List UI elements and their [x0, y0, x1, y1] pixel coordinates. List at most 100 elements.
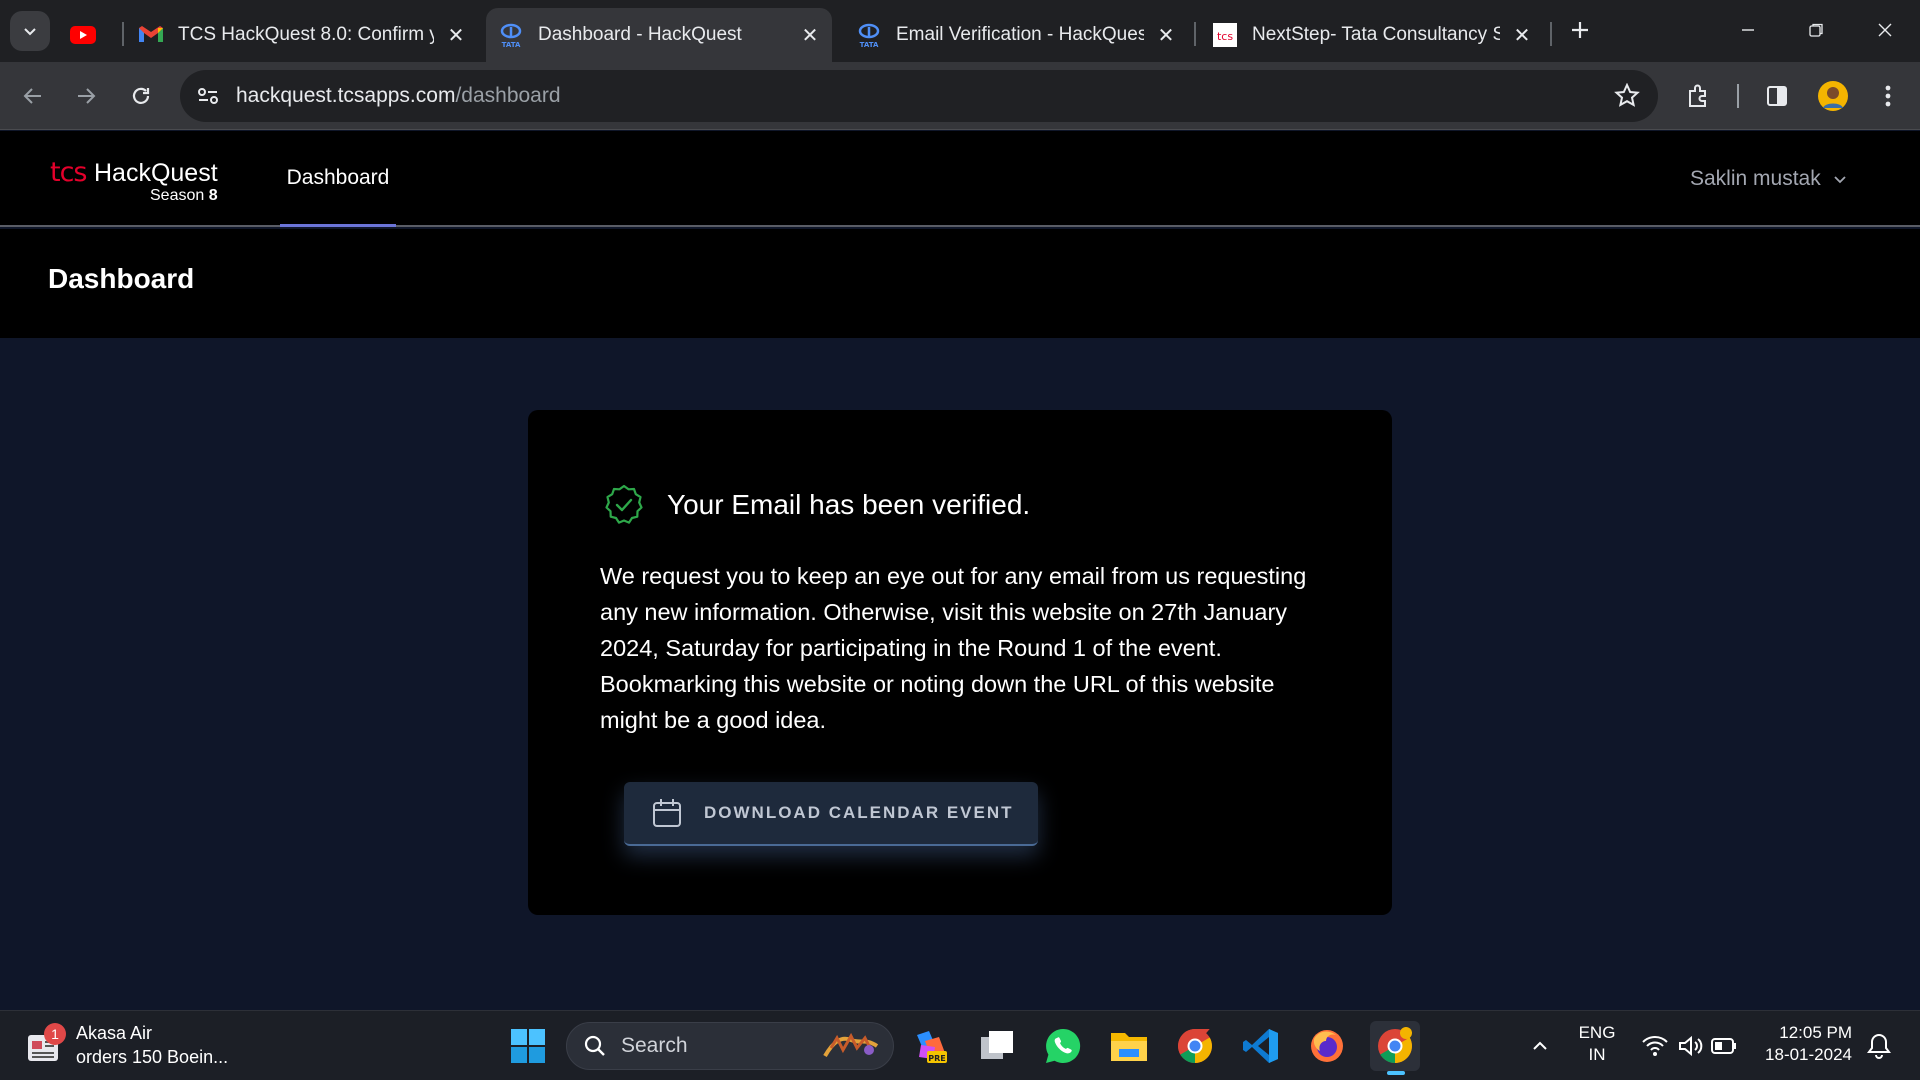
- close-tab-icon[interactable]: ✕: [1154, 23, 1178, 47]
- chevron-down-icon: [1834, 176, 1846, 184]
- side-panel-icon: [1767, 86, 1787, 106]
- windows-logo-icon: [511, 1029, 545, 1063]
- taskbar-firefox[interactable]: [1304, 1023, 1350, 1069]
- wifi-icon: [1642, 1036, 1668, 1056]
- user-menu[interactable]: Saklin mustak: [1690, 167, 1847, 191]
- quick-settings-button[interactable]: [1629, 1023, 1749, 1069]
- gmail-icon: [138, 22, 164, 48]
- nav-dashboard-link[interactable]: Dashboard: [280, 131, 396, 227]
- arrow-left-icon: [23, 88, 41, 104]
- verified-check-icon: [605, 484, 643, 524]
- download-calendar-event-label: DOWNLOAD CALENDAR EVENT: [704, 803, 1014, 822]
- windows-taskbar: 1 Akasa Air orders 150 Boein... Search P…: [0, 1010, 1920, 1080]
- avatar-icon: [1818, 81, 1848, 111]
- browser-tab-strip: TCS HackQuest 8.0: Confirm yo ✕ TATA Das…: [0, 0, 1920, 62]
- battery-icon: [1711, 1038, 1736, 1054]
- taskbar-chrome[interactable]: [1172, 1023, 1218, 1069]
- close-icon: [1878, 23, 1892, 37]
- reload-button[interactable]: [121, 76, 161, 116]
- close-tab-icon[interactable]: ✕: [1510, 23, 1534, 47]
- clock-date: 18-01-2024: [1765, 1045, 1852, 1064]
- tab-search-button[interactable]: [10, 11, 50, 51]
- browser-toolbar: hackquest.tcsapps.com/dashboard: [0, 62, 1920, 130]
- back-button[interactable]: [13, 76, 53, 116]
- chrome-profile-icon: [1378, 1027, 1412, 1063]
- chrome-menu-button[interactable]: [1868, 76, 1908, 116]
- news-text: Akasa Air orders 150 Boein...: [76, 1021, 228, 1069]
- close-tab-icon[interactable]: ✕: [798, 23, 822, 47]
- tab-email-verification[interactable]: TATA Email Verification - HackQuest ✕: [856, 8, 1178, 62]
- search-highlight-icon: [823, 1032, 879, 1058]
- plus-icon: [1572, 22, 1588, 38]
- tab-separator: [122, 22, 124, 46]
- news-icon: 1: [24, 1023, 66, 1065]
- url-text: hackquest.tcsapps.com/dashboard: [236, 84, 561, 108]
- start-button[interactable]: [505, 1023, 551, 1069]
- tcs-icon: tcs: [1212, 22, 1238, 48]
- site-info-icon[interactable]: [196, 84, 220, 113]
- news-badge: 1: [44, 1023, 66, 1045]
- page-title: Dashboard: [48, 263, 195, 294]
- search-label: Search: [621, 1034, 688, 1057]
- copilot-icon: PRE: [917, 1031, 947, 1063]
- app-header: tcs HackQuest Season 8 Dashboard Saklin …: [0, 131, 1920, 227]
- new-tab-button[interactable]: [1564, 14, 1596, 46]
- logo-season-number: 8: [208, 187, 218, 204]
- taskbar-file-explorer[interactable]: [1106, 1023, 1152, 1069]
- calendar-icon: [653, 799, 681, 827]
- clock[interactable]: 12:05 PM 18-01-2024: [1752, 1022, 1852, 1066]
- page-title-bar: Dashboard: [0, 229, 1920, 338]
- restore-button[interactable]: [1791, 10, 1841, 50]
- chrome-icon: [1178, 1029, 1212, 1063]
- bookmark-star-icon[interactable]: [1614, 82, 1640, 114]
- close-tab-icon[interactable]: ✕: [444, 23, 468, 47]
- verification-message: We request you to keep an eye out for an…: [600, 563, 1307, 733]
- side-panel-button[interactable]: [1757, 76, 1797, 116]
- task-view-icon: [981, 1031, 1013, 1059]
- reload-icon: [132, 87, 150, 104]
- bell-icon: [1867, 1033, 1891, 1059]
- svg-text:PRE: PRE: [928, 1054, 946, 1063]
- forward-button[interactable]: [66, 76, 106, 116]
- minimize-icon: [1742, 29, 1754, 31]
- svg-text:tcs: tcs: [1217, 30, 1233, 43]
- tab-dashboard[interactable]: TATA Dashboard - HackQuest ✕: [486, 8, 832, 62]
- show-hidden-icons-button[interactable]: [1517, 1023, 1563, 1069]
- svg-text:TATA: TATA: [502, 41, 521, 48]
- news-line-1: Akasa Air: [76, 1023, 153, 1043]
- taskbar-task-view[interactable]: [974, 1023, 1020, 1069]
- download-calendar-event-button[interactable]: DOWNLOAD CALENDAR EVENT: [624, 782, 1038, 846]
- verified-heading: Your Email has been verified.: [667, 489, 1031, 520]
- active-app-indicator: [1387, 1071, 1405, 1075]
- tab-youtube[interactable]: [70, 8, 110, 62]
- language-indicator[interactable]: ENG IN: [1572, 1022, 1622, 1066]
- news-widget[interactable]: 1 Akasa Air orders 150 Boein...: [24, 1021, 228, 1069]
- taskbar-copilot[interactable]: PRE: [907, 1023, 953, 1069]
- tab-title: TCS HackQuest 8.0: Confirm yo: [178, 24, 434, 45]
- tata-icon: TATA: [856, 22, 882, 48]
- tab-gmail[interactable]: TCS HackQuest 8.0: Confirm yo ✕: [138, 8, 468, 62]
- extensions-button[interactable]: [1679, 76, 1719, 116]
- logo-season: Season 8: [150, 187, 218, 205]
- tab-separator: [1194, 22, 1196, 46]
- close-window-button[interactable]: [1860, 10, 1910, 50]
- taskbar-search[interactable]: Search: [566, 1022, 894, 1070]
- restore-icon: [1809, 23, 1823, 37]
- svg-text:TATA: TATA: [860, 41, 879, 48]
- taskbar-vscode[interactable]: [1238, 1023, 1284, 1069]
- url-host: hackquest.tcsapps.com: [236, 84, 456, 107]
- notifications-button[interactable]: [1856, 1023, 1902, 1069]
- tab-title: Email Verification - HackQuest: [896, 24, 1144, 45]
- hackquest-logo[interactable]: tcs HackQuest Season 8: [50, 157, 250, 207]
- taskbar-chrome-profile[interactable]: [1370, 1021, 1420, 1075]
- chevron-up-icon: [1533, 1041, 1547, 1050]
- profile-avatar[interactable]: [1813, 76, 1853, 116]
- firefox-icon: [1311, 1030, 1343, 1062]
- taskbar-whatsapp[interactable]: [1040, 1023, 1086, 1069]
- tab-title: Dashboard - HackQuest: [538, 24, 742, 45]
- tab-nextstep[interactable]: tcs NextStep- Tata Consultancy Ser ✕: [1212, 8, 1534, 62]
- tab-title: NextStep- Tata Consultancy Ser: [1252, 24, 1500, 45]
- logo-tcs: tcs: [50, 157, 87, 188]
- minimize-button[interactable]: [1723, 10, 1773, 50]
- address-bar[interactable]: hackquest.tcsapps.com/dashboard: [180, 70, 1658, 122]
